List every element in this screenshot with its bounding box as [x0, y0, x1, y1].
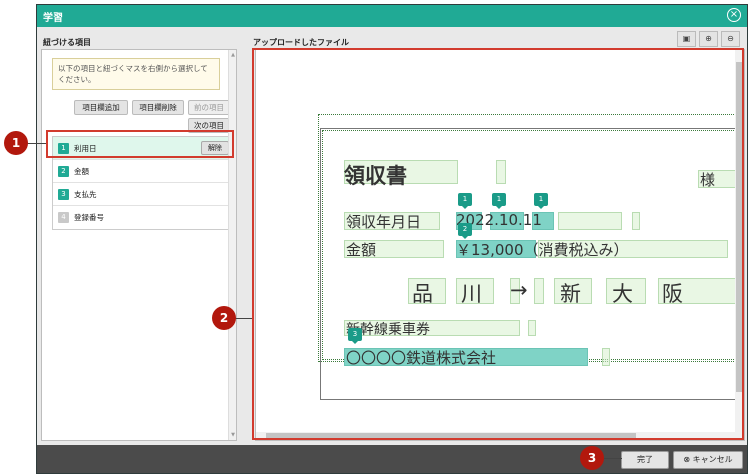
dialog-footer: 完了 ⊗ キャンセル	[37, 445, 747, 473]
highlight-viewer	[252, 48, 744, 440]
item-number: 4	[58, 212, 69, 223]
cancel-button[interactable]: ⊗ キャンセル	[673, 451, 743, 469]
close-icon[interactable]: ×	[727, 8, 741, 22]
zoom-out-icon[interactable]: ⊖	[721, 31, 740, 47]
dialog-title: 学習	[43, 13, 63, 24]
callout-badge: 2	[212, 306, 236, 330]
done-button[interactable]: 完了	[621, 451, 669, 469]
callout-badge: 1	[4, 131, 28, 155]
left-panel-label: 紐づける項目	[43, 38, 91, 47]
link-items-panel: 以下の項目と紐づくマスを右側から選択してください。 項目欄追加 項目欄削除 前の…	[41, 49, 237, 441]
item-number: 2	[58, 166, 69, 177]
list-item-registration[interactable]: 4 登録番号	[53, 206, 235, 229]
dialog-titlebar: 学習 ×	[37, 5, 747, 27]
list-item-payee[interactable]: 3 支払先	[53, 183, 235, 206]
item-label: 登録番号	[74, 213, 104, 222]
cancel-icon: ⊗	[683, 455, 691, 464]
fit-icon[interactable]: ▣	[677, 31, 696, 47]
item-number: 3	[58, 189, 69, 200]
prev-item-button[interactable]: 前の項目	[188, 100, 230, 115]
item-label: 金額	[74, 167, 89, 176]
list-item-amount[interactable]: 2 金額	[53, 160, 235, 183]
scroll-up-icon[interactable]: ▲	[230, 52, 236, 58]
callout-connector	[26, 143, 46, 144]
right-panel-label: アップロードしたファイル	[253, 38, 349, 47]
delete-item-button[interactable]: 項目欄削除	[132, 100, 184, 115]
highlight-item-list	[46, 130, 234, 158]
cancel-label: キャンセル	[692, 455, 733, 464]
scroll-down-icon[interactable]: ▼	[230, 432, 236, 438]
callout-badge: 3	[580, 446, 604, 470]
left-scrollbar[interactable]: ▲ ▼	[228, 50, 236, 440]
item-label: 支払先	[74, 190, 97, 199]
zoom-in-icon[interactable]: ⊕	[699, 31, 718, 47]
add-item-button[interactable]: 項目欄追加	[74, 100, 128, 115]
hint-text: 以下の項目と紐づくマスを右側から選択してください。	[52, 58, 220, 90]
callout-connector	[602, 458, 622, 459]
